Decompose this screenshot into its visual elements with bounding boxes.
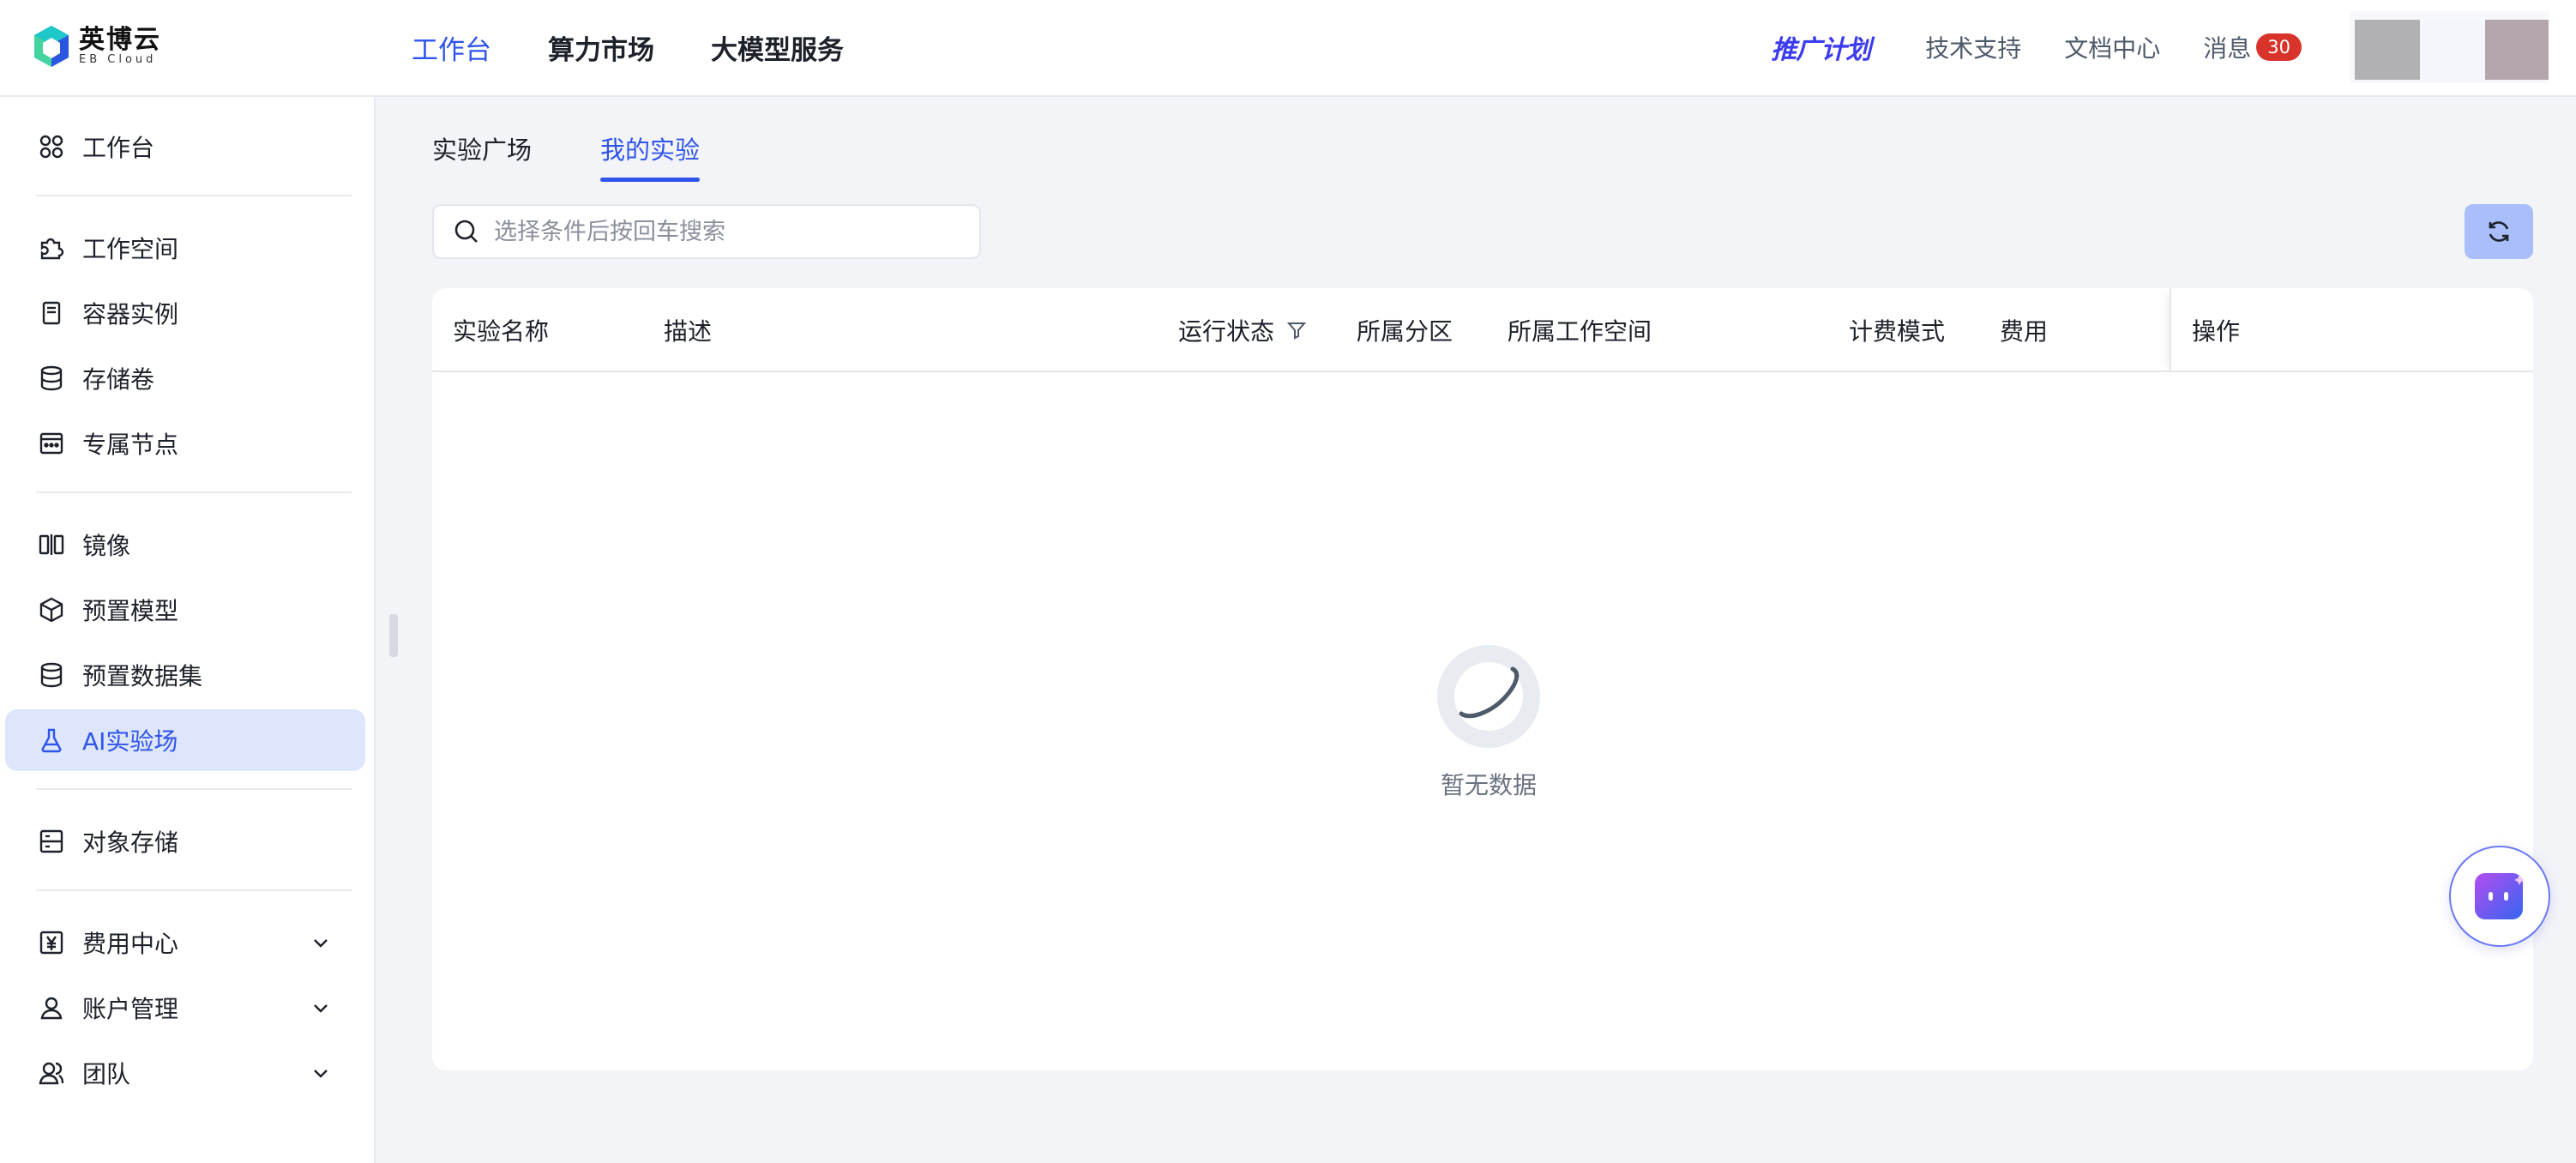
puzzle-icon <box>38 234 65 262</box>
sidebar-item-workspace[interactable]: 工作空间 <box>5 217 365 279</box>
search-box <box>432 204 981 259</box>
empty-planet-icon <box>1437 645 1540 748</box>
chevron-down-icon <box>314 1070 328 1078</box>
column-header: 所属工作空间 <box>1508 317 1652 346</box>
topnav-llm-service[interactable]: 大模型服务 <box>711 28 844 67</box>
sidebar-item-label: 镜像 <box>82 532 131 560</box>
container-icon <box>38 299 65 327</box>
sidebar-item-image[interactable]: 镜像 <box>5 514 365 575</box>
yen-icon <box>38 929 65 956</box>
sidebar-item-object-storage[interactable]: 对象存储 <box>5 810 365 872</box>
cube-icon <box>38 596 65 624</box>
dataset-icon <box>38 661 65 689</box>
tab-lab-square[interactable]: 实验广场 <box>432 127 532 178</box>
promo-link[interactable]: 推广计划 <box>1771 28 1871 66</box>
refresh-icon <box>2489 221 2509 242</box>
column-header: 描述 <box>664 317 713 346</box>
empty-state: 暂无数据 <box>1429 643 1549 801</box>
sidebar-item-preset-model[interactable]: 预置模型 <box>5 579 365 641</box>
lab-tabs: 实验广场 我的实验 <box>432 127 768 182</box>
sidebar-item-container[interactable]: 容器实例 <box>5 282 365 344</box>
column-header-status[interactable]: 运行状态 <box>1178 288 1307 372</box>
sidebar-divider <box>36 491 352 493</box>
column-header-actions: 操作 <box>2170 288 2533 372</box>
sidebar-item-preset-dataset[interactable]: 预置数据集 <box>5 644 365 706</box>
sidebar-item-label: 工作台 <box>82 134 155 162</box>
mirror-icon <box>38 531 65 558</box>
messages-label: 消息 <box>2203 34 2252 63</box>
sidebar-item-dedicated-node[interactable]: 专属节点 <box>5 413 365 474</box>
sidebar-collapse-handle[interactable] <box>389 614 398 657</box>
storage-icon <box>38 828 65 855</box>
sidebar-item-label: 容器实例 <box>82 300 179 328</box>
avatar-block <box>2485 20 2549 80</box>
sidebar-item-label: 账户管理 <box>82 995 179 1023</box>
column-header: 计费模式 <box>1849 317 1946 346</box>
sidebar-item-label: 团队 <box>82 1060 131 1088</box>
assistant-robot-icon <box>2475 873 2525 919</box>
refresh-button[interactable] <box>2465 204 2533 259</box>
docs-link[interactable]: 文档中心 <box>2064 30 2160 64</box>
support-link[interactable]: 技术支持 <box>1925 30 2021 64</box>
empty-state-text: 暂无数据 <box>1440 771 1537 799</box>
top-nav: 工作台 算力市场 大模型服务 <box>412 0 900 94</box>
sidebar-item-label: 对象存储 <box>82 829 179 857</box>
sidebar-item-label: 工作空间 <box>82 235 179 263</box>
database-icon <box>38 365 65 392</box>
flask-icon <box>38 726 65 754</box>
chevron-down-icon <box>314 939 328 948</box>
user-icon <box>38 994 65 1021</box>
sidebar-item-volume[interactable]: 存储卷 <box>5 347 365 409</box>
messages-link[interactable]: 消息 30 <box>2203 30 2302 64</box>
experiments-table: 实验名称 描述 运行状态 所属分区 所属工作空间 计费模式 费用 操作 暂无数据 <box>432 288 2533 1070</box>
sidebar: 工作台 工作空间 容器实例 存储卷 专属节点 镜像 预置模型 预置数据集 AI实… <box>0 97 376 1163</box>
search-icon <box>454 220 478 243</box>
sidebar-item-label: 预置数据集 <box>82 662 203 690</box>
top-bar: 英博云 EB Cloud 工作台 算力市场 大模型服务 推广计划 技术支持 文档… <box>0 0 2576 97</box>
ai-assistant-button[interactable] <box>2449 846 2550 947</box>
sidebar-item-label: 预置模型 <box>82 597 179 625</box>
column-header-label: 运行状态 <box>1178 317 1275 346</box>
sidebar-item-label: 专属节点 <box>82 431 179 459</box>
brand-logo[interactable]: 英博云 EB Cloud <box>33 22 161 70</box>
sidebar-item-label: AI实验场 <box>82 727 178 756</box>
sidebar-item-ai-lab[interactable]: AI实验场 <box>5 709 365 771</box>
chevron-down-icon <box>314 1004 328 1013</box>
top-right-area: 推广计划 技术支持 文档中心 消息 30 <box>1771 0 2576 94</box>
sidebar-item-label: 费用中心 <box>82 930 179 958</box>
node-icon <box>38 430 65 457</box>
column-header: 实验名称 <box>453 317 550 346</box>
sidebar-item-account[interactable]: 账户管理 <box>5 977 365 1039</box>
brand-name-en: EB Cloud <box>79 53 157 66</box>
column-header-label: 操作 <box>2192 317 2241 346</box>
logo-mark-icon <box>33 24 70 69</box>
team-icon <box>38 1059 65 1087</box>
tab-my-labs[interactable]: 我的实验 <box>600 127 701 182</box>
table-header: 实验名称 描述 运行状态 所属分区 所属工作空间 计费模式 费用 操作 <box>432 288 2533 372</box>
message-count-badge: 30 <box>2256 33 2302 61</box>
column-header: 所属分区 <box>1357 317 1454 346</box>
workbench-icon <box>38 133 65 160</box>
brand-name-cn: 英博云 <box>79 25 161 55</box>
column-header: 费用 <box>2000 317 2049 346</box>
topnav-compute-market[interactable]: 算力市场 <box>548 28 654 67</box>
sidebar-divider <box>36 195 352 196</box>
sidebar-divider <box>36 889 352 891</box>
sidebar-item-billing[interactable]: 费用中心 <box>5 912 365 973</box>
sidebar-item-workbench[interactable]: 工作台 <box>5 116 365 178</box>
sidebar-divider <box>36 788 352 790</box>
avatar-block <box>2420 20 2485 80</box>
avatar-block <box>2355 20 2420 80</box>
filter-icon[interactable] <box>1286 320 1307 340</box>
search-input[interactable] <box>494 218 957 245</box>
topnav-workbench[interactable]: 工作台 <box>412 28 491 67</box>
avatar[interactable] <box>2350 11 2549 83</box>
sidebar-item-label: 存储卷 <box>82 365 155 394</box>
sidebar-item-team[interactable]: 团队 <box>5 1042 365 1104</box>
